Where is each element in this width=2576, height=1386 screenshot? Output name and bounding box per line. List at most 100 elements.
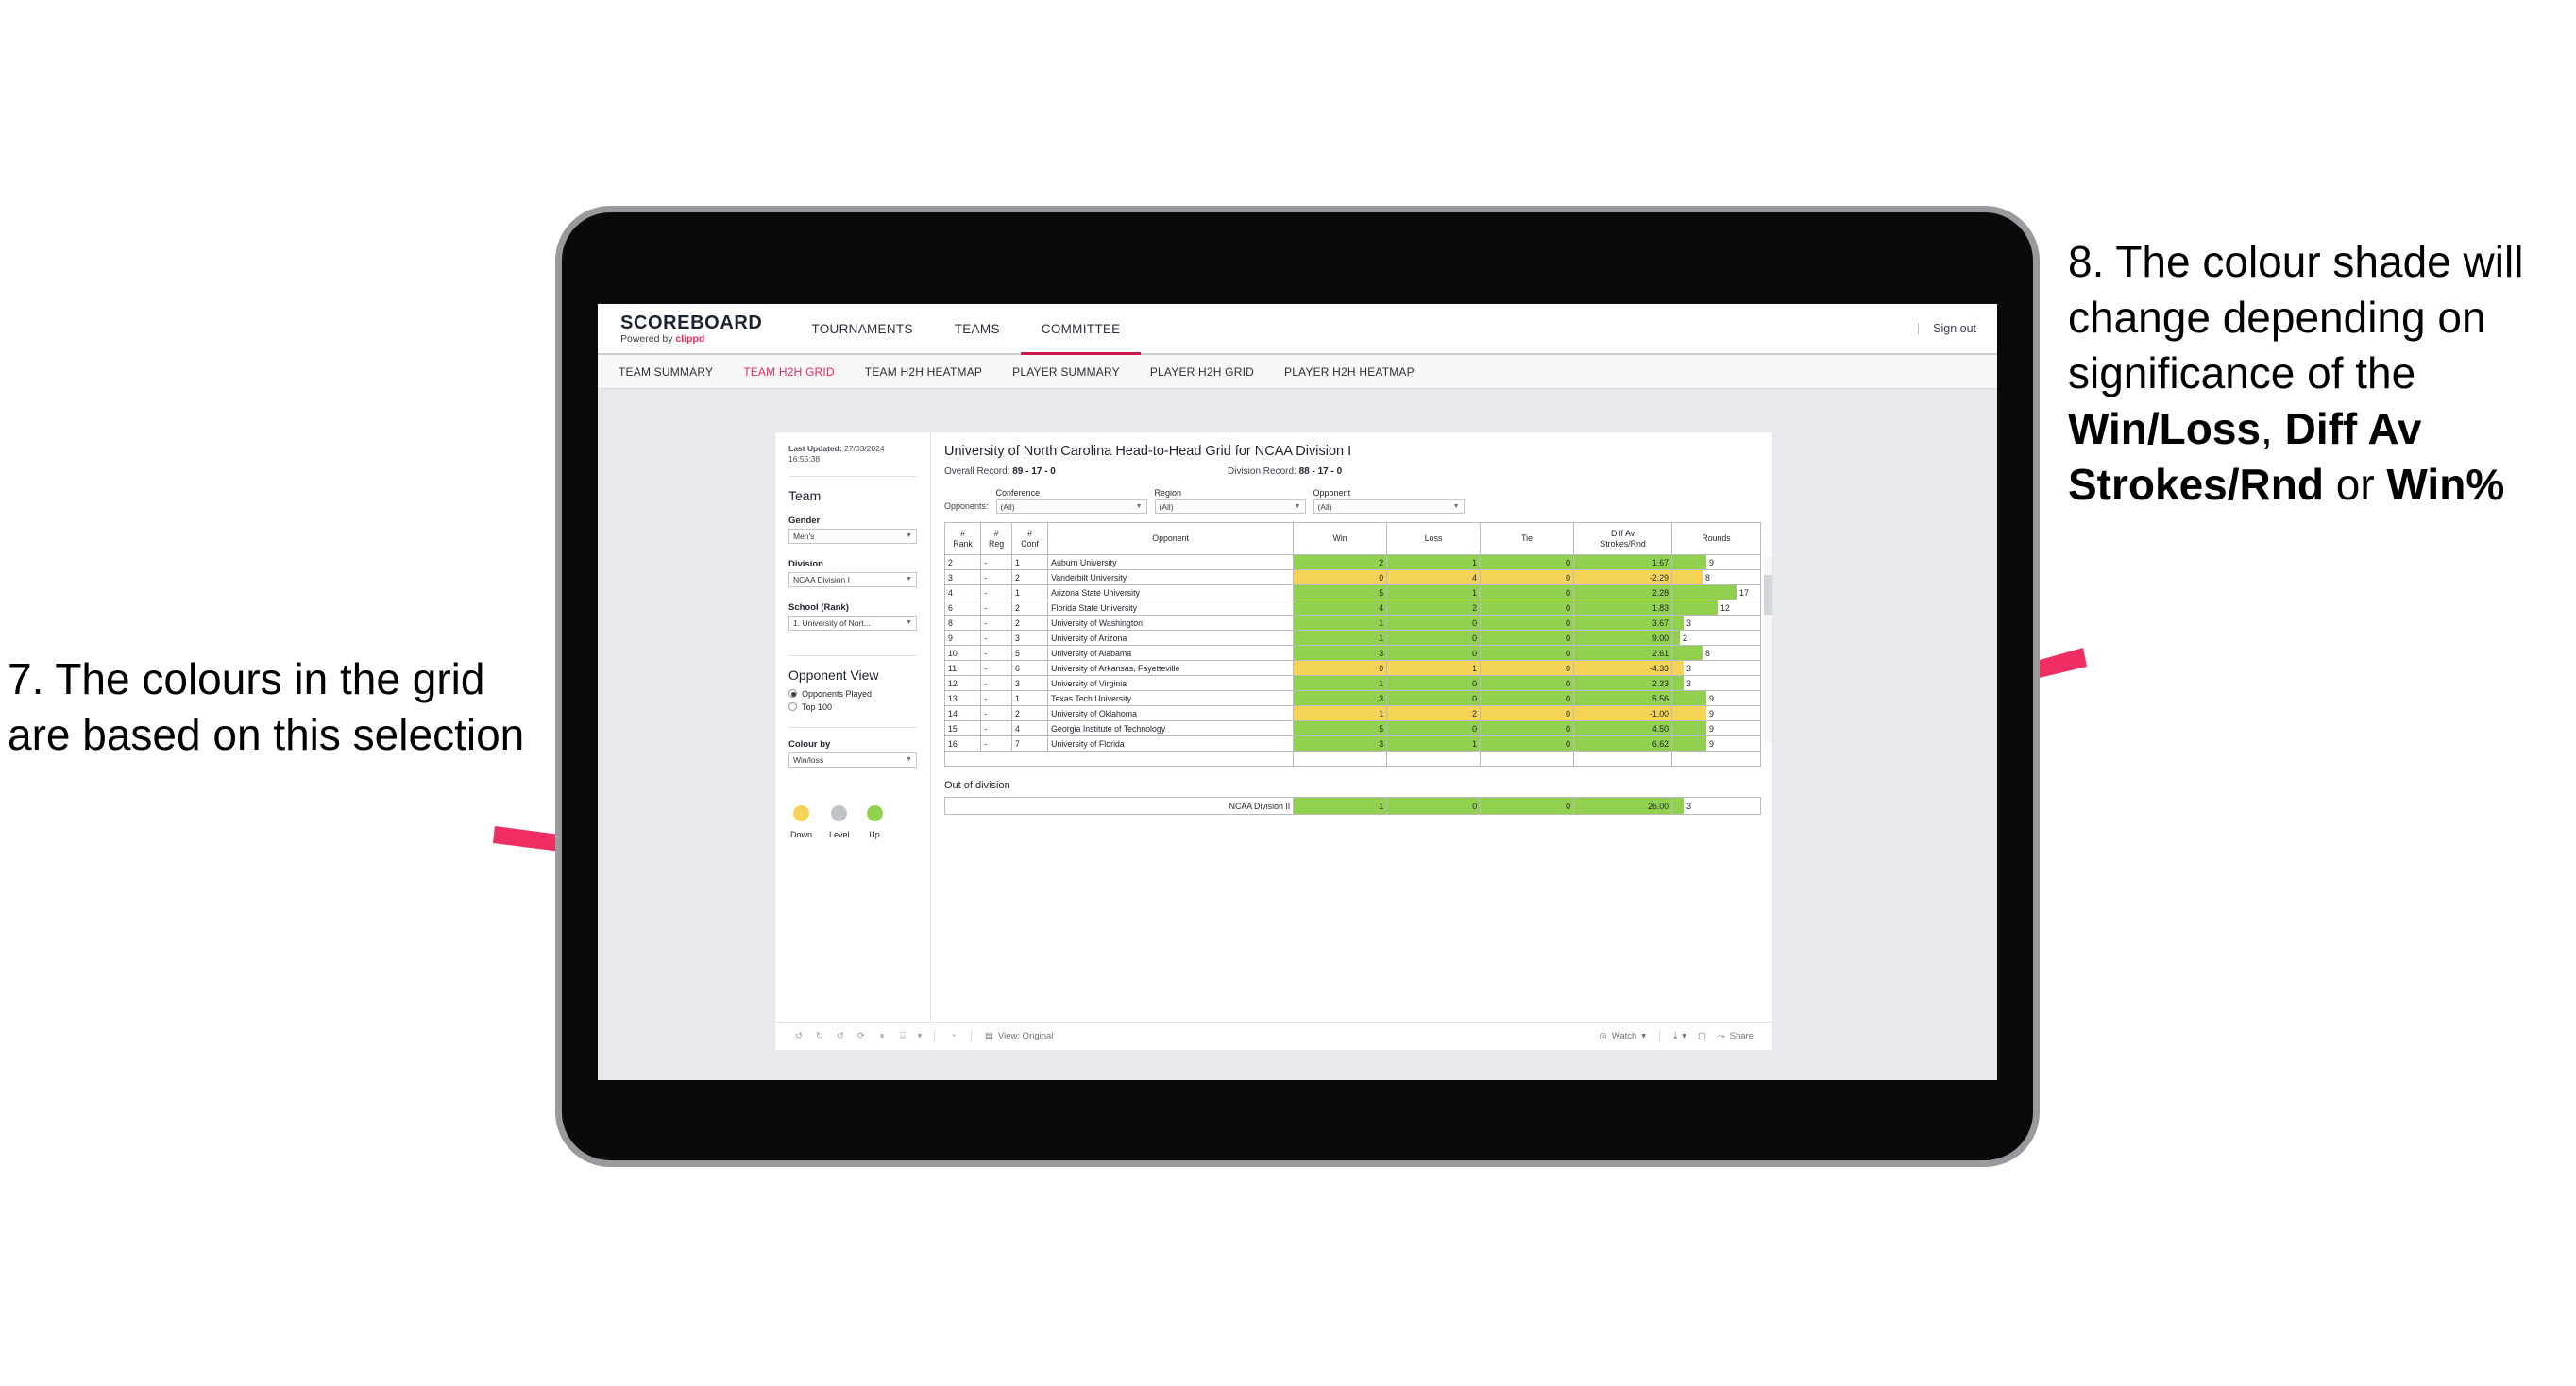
h2h-grid-table: # Rank # Reg # Conf Opponent Win Loss Tie D…	[943, 522, 1761, 767]
rounds-value: 9	[1709, 723, 1714, 734]
undo-icon[interactable]: ↺	[788, 1031, 809, 1041]
table-row[interactable]: 6-2 Florida State University 4 2 0 1.83 12	[943, 600, 1761, 616]
legend-item-up: Up	[866, 804, 883, 842]
legend-label-level: Level	[829, 829, 850, 839]
subnav-team-h2h-grid[interactable]: TEAM H2H GRID	[743, 365, 852, 379]
cell-reg: -	[980, 660, 1013, 676]
legend-swatch-level	[831, 804, 848, 821]
table-body: 2-1 Auburn University 2 1 0 1.67 9 3-2 Vanderbil…	[943, 554, 1761, 767]
ood-cell-opponent: NCAA Division II	[943, 797, 1295, 815]
download-button[interactable]: ⤓ ▾	[1668, 1031, 1692, 1041]
division-select[interactable]: NCAA Division I ▼	[788, 571, 917, 587]
refresh-icon[interactable]: ⟳	[851, 1031, 872, 1041]
table-row[interactable]: 14-2 University of Oklahoma 1 2 0 -1.00 9	[943, 705, 1761, 721]
device-icon: ▢	[1698, 1031, 1707, 1041]
table-row[interactable]: 2-1 Auburn University 2 1 0 1.67 9	[943, 554, 1761, 570]
ood-cell-win: 1	[1293, 797, 1388, 815]
cell-rounds: 9	[1671, 705, 1761, 721]
cell-rank: 10	[943, 645, 982, 661]
toolbar-divider-2	[971, 1029, 972, 1043]
legend-item-down: Down	[790, 804, 812, 842]
cell-reg: -	[980, 554, 1013, 570]
cell-diff: 4.50	[1573, 720, 1673, 736]
col-loss[interactable]: Loss	[1386, 522, 1482, 555]
region-select[interactable]: (All) ▼	[1154, 499, 1306, 514]
filter-icon[interactable]: ⌸	[892, 1031, 913, 1041]
rounds-bar	[1672, 676, 1685, 690]
cell-diff: -2.29	[1573, 569, 1673, 585]
table-row[interactable]: 11-6 University of Arkansas, Fayetteville…	[943, 660, 1761, 676]
view-original-button[interactable]: ▤ View: Original	[979, 1031, 1059, 1041]
history-icon[interactable]: ◔	[942, 1031, 963, 1041]
cell-win: 2	[1293, 554, 1388, 570]
table-row[interactable]: 13-1 Texas Tech University 3 0 0 5.56 9	[943, 690, 1761, 706]
col-rounds[interactable]: Rounds	[1671, 522, 1761, 555]
cell-loss: 0	[1386, 645, 1482, 661]
toolbar-divider-3	[1659, 1029, 1661, 1043]
table-row[interactable]: 3-2 Vanderbilt University 0 4 0 -2.29 8	[943, 569, 1761, 585]
chevron-down-icon: ▾	[1682, 1031, 1687, 1041]
col-rank[interactable]: # Rank	[943, 522, 982, 555]
top-nav-committee[interactable]: COMMITTEE	[1020, 304, 1142, 355]
cell-rank: 3	[943, 569, 982, 585]
table-row[interactable]: 4-1 Arizona State University 5 1 0 2.28 17	[943, 584, 1761, 600]
redo-icon[interactable]: ↻	[809, 1031, 830, 1041]
table-row[interactable]: 15-4 Georgia Institute of Technology 5 0 0 4.…	[943, 720, 1761, 736]
col-tie[interactable]: Tie	[1480, 522, 1575, 555]
watch-button[interactable]: ◎ Watch ▾	[1593, 1031, 1652, 1041]
page-title: University of North Carolina Head-to-Hea…	[944, 444, 1352, 459]
cell-conf: 2	[1011, 569, 1049, 585]
opponent-value: (All)	[1317, 501, 1332, 512]
rounds-bar	[1672, 736, 1707, 751]
cell-rank: 12	[943, 675, 982, 691]
out-of-division-heading: Out of division	[944, 780, 1010, 791]
cell-reg: -	[980, 615, 1013, 631]
device-preview-button[interactable]: ▢	[1692, 1031, 1712, 1041]
col-conf[interactable]: # Conf	[1011, 522, 1049, 555]
cell-win: 1	[1293, 675, 1388, 691]
conference-select[interactable]: (All) ▼	[995, 499, 1147, 514]
cell-rounds: 9	[1671, 735, 1761, 752]
opponent-view-heading: Opponent View	[788, 667, 879, 683]
chevron-down-icon[interactable]: ▾	[913, 1031, 926, 1041]
brand-title: SCOREBOARD	[620, 312, 763, 333]
opponent-select[interactable]: (All) ▼	[1313, 499, 1465, 514]
radio-top-100[interactable]: Top 100	[788, 702, 917, 712]
cell-loss: 4	[1386, 569, 1482, 585]
colour-by-select[interactable]: Win/loss ▼	[788, 752, 917, 768]
school-rank-select[interactable]: 1. University of Nort... ▼	[788, 615, 917, 631]
subnav-player-h2h-heatmap[interactable]: PLAYER H2H HEATMAP	[1284, 365, 1432, 379]
subnav-player-summary[interactable]: PLAYER SUMMARY	[1012, 365, 1137, 379]
top-nav-tournaments[interactable]: TOURNAMENTS	[790, 304, 933, 353]
subnav-team-h2h-heatmap[interactable]: TEAM H2H HEATMAP	[865, 365, 999, 379]
filler-loss	[1386, 751, 1482, 767]
col-win[interactable]: Win	[1293, 522, 1388, 555]
subnav-player-h2h-grid[interactable]: PLAYER H2H GRID	[1150, 365, 1271, 379]
overall-record: Overall Record: 89 - 17 - 0	[944, 466, 1228, 477]
table-row[interactable]: 10-5 University of Alabama 3 0 0 2.61 8	[943, 645, 1761, 661]
cell-loss: 2	[1386, 705, 1482, 721]
sign-out-link[interactable]: Sign out	[1933, 322, 1976, 335]
revert-icon[interactable]: ↺	[830, 1031, 851, 1041]
out-of-division-row[interactable]: NCAA Division II 1 0 0 26.00 3	[943, 797, 1761, 815]
pause-updates-icon[interactable]: ⏸	[872, 1031, 892, 1041]
radio-opponents-played[interactable]: Opponents Played	[788, 689, 917, 699]
scrollbar-thumb[interactable]	[1764, 575, 1772, 615]
rounds-bar	[1672, 555, 1707, 569]
share-button[interactable]: ⤳ Share	[1712, 1031, 1759, 1041]
rounds-value: 9	[1709, 557, 1714, 567]
table-row[interactable]: 8-2 University of Washington 1 0 0 3.67 3	[943, 615, 1761, 631]
gender-select[interactable]: Men's ▼	[788, 528, 917, 544]
cell-loss: 1	[1386, 584, 1482, 600]
subnav-team-summary[interactable]: TEAM SUMMARY	[619, 365, 730, 379]
col-diff-av-strokes[interactable]: Diff Av Strokes/Rnd	[1573, 522, 1673, 555]
table-vertical-scrollbar[interactable]	[1764, 556, 1772, 741]
table-row[interactable]: 9-3 University of Arizona 1 0 0 9.00 2	[943, 630, 1761, 646]
top-nav-teams[interactable]: TEAMS	[934, 304, 1021, 353]
cell-reg: -	[980, 675, 1013, 691]
table-row[interactable]: 16-7 University of Florida 3 1 0 6.62 9	[943, 735, 1761, 752]
col-reg[interactable]: # Reg	[980, 522, 1013, 555]
table-row[interactable]: 12-3 University of Virginia 1 0 0 2.33 3	[943, 675, 1761, 691]
brand-logo[interactable]: SCOREBOARD Powered by clippd	[598, 313, 790, 345]
col-opponent[interactable]: Opponent	[1047, 522, 1295, 555]
